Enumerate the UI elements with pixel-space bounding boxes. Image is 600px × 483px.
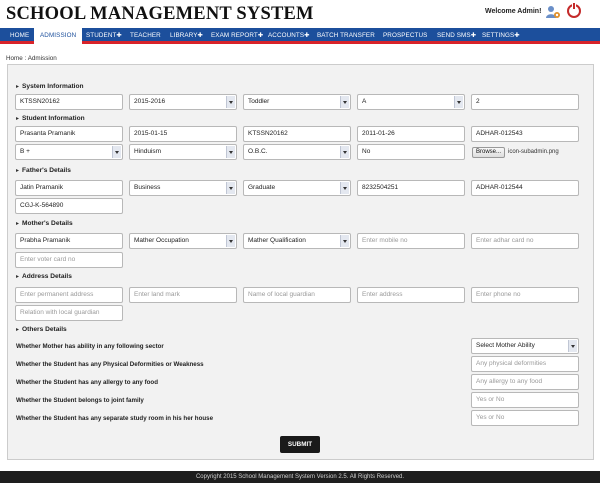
chevron-down-icon bbox=[454, 96, 463, 108]
section-select[interactable]: A bbox=[357, 94, 465, 110]
blood-group-select[interactable]: B + bbox=[15, 144, 123, 160]
nav-settings[interactable]: SETTINGS✚ bbox=[476, 28, 526, 44]
question-joint-family: Whether the Student belongs to joint fam… bbox=[16, 397, 144, 404]
chevron-down-icon bbox=[340, 146, 349, 158]
question-food-allergy: Whether the Student has any allergy to a… bbox=[16, 379, 158, 386]
nav-home[interactable]: HOME bbox=[4, 28, 35, 44]
father-qualification-select[interactable]: Graduate bbox=[243, 180, 351, 196]
chevron-down-icon bbox=[226, 146, 235, 158]
submit-button[interactable]: SUBMIT bbox=[280, 436, 320, 453]
study-room-input[interactable]: Yes or No bbox=[471, 410, 579, 426]
class-select[interactable]: Toddler bbox=[243, 94, 351, 110]
nav-batch-transfer[interactable]: BATCH TRANSFER bbox=[311, 28, 381, 44]
footer: Copyright 2015 School Management System … bbox=[0, 471, 600, 483]
student-code-input[interactable]: KTSSN20162 bbox=[243, 126, 351, 142]
mother-adhar-input[interactable]: Enter adhar card no bbox=[471, 233, 579, 249]
question-physical-deformities: Whether the Student has any Physical Def… bbox=[16, 361, 204, 368]
session-value: 2015-2016 bbox=[134, 98, 166, 105]
nav-send-sms[interactable]: SEND SMS✚ bbox=[431, 28, 482, 44]
nav-exam-report[interactable]: EXAM REPORT✚ bbox=[205, 28, 269, 44]
section-others: Others Details bbox=[16, 326, 67, 333]
mother-occupation-select[interactable]: Mather Occupation bbox=[129, 233, 237, 249]
section-value: A bbox=[362, 98, 367, 105]
section-system: System Information bbox=[16, 83, 84, 90]
caste-select[interactable]: O.B.C. bbox=[243, 144, 351, 160]
father-mobile-input[interactable]: 8232504251 bbox=[357, 180, 465, 196]
address-input[interactable]: Enter address bbox=[357, 287, 465, 303]
app-header: SCHOOL MANAGEMENT SYSTEM Welcome Admin! bbox=[0, 0, 600, 28]
phone-input[interactable]: Enter phone no bbox=[471, 287, 579, 303]
chevron-down-icon bbox=[112, 146, 121, 158]
blood-group-value: B + bbox=[20, 148, 30, 155]
father-voter-input[interactable]: CGJ-K-564890 bbox=[15, 198, 123, 214]
mother-name-input[interactable]: Prabha Pramanik bbox=[15, 233, 123, 249]
chevron-down-icon bbox=[340, 182, 349, 194]
permanent-address-input[interactable]: Enter permanent address bbox=[15, 287, 123, 303]
app-title: SCHOOL MANAGEMENT SYSTEM bbox=[6, 4, 314, 24]
father-name-input[interactable]: Jatin Pramanik bbox=[15, 180, 123, 196]
caste-value: O.B.C. bbox=[248, 148, 268, 155]
chevron-down-icon bbox=[226, 235, 235, 247]
class-value: Toddler bbox=[248, 98, 270, 105]
admission-date-input[interactable]: 2011-01-26 bbox=[357, 126, 465, 142]
father-occupation-select[interactable]: Business bbox=[129, 180, 237, 196]
joint-family-input[interactable]: Yes or No bbox=[471, 392, 579, 408]
section-student: Student Information bbox=[16, 115, 85, 122]
mother-occupation-value: Mather Occupation bbox=[134, 237, 189, 244]
nav-library[interactable]: LIBRARY✚ bbox=[164, 28, 209, 44]
student-dob-input[interactable]: 2015-01-15 bbox=[129, 126, 237, 142]
section-mother: Mother's Details bbox=[16, 220, 73, 227]
student-adhar-input[interactable]: ADHAR-012543 bbox=[471, 126, 579, 142]
browse-button[interactable]: Browse... bbox=[472, 147, 506, 158]
nav-teacher[interactable]: TEACHER bbox=[124, 28, 167, 44]
mother-qualification-value: Mather Qualification bbox=[248, 237, 306, 244]
session-select[interactable]: 2015-2016 bbox=[129, 94, 237, 110]
welcome-text: Welcome Admin! bbox=[485, 8, 542, 15]
nav-prospectus[interactable]: PROSPECTUS bbox=[377, 28, 433, 44]
breadcrumb: Home : Admission bbox=[6, 55, 57, 62]
mother-qualification-select[interactable]: Mather Qualification bbox=[243, 233, 351, 249]
local-guardian-input[interactable]: Name of local guardian bbox=[243, 287, 351, 303]
question-study-room: Whether the Student has any separate stu… bbox=[16, 415, 214, 422]
mother-ability-select[interactable]: Select Mother Ability bbox=[471, 338, 579, 354]
question-mother-ability: Whether Mother has ability in any follow… bbox=[16, 343, 164, 350]
father-qualification-value: Graduate bbox=[248, 184, 276, 191]
chevron-down-icon bbox=[568, 340, 577, 352]
nav-admission[interactable]: ADMISSION bbox=[34, 28, 83, 44]
father-adhar-input[interactable]: ADHAR-012544 bbox=[471, 180, 579, 196]
father-occupation-value: Business bbox=[134, 184, 161, 191]
nav-accounts[interactable]: ACCOUNTS✚ bbox=[262, 28, 316, 44]
mother-ability-value: Select Mother Ability bbox=[476, 342, 535, 349]
student-name-input[interactable]: Prasanta Pramanik bbox=[15, 126, 123, 142]
mother-voter-input[interactable]: Enter voter card no bbox=[15, 252, 123, 268]
physical-deformities-input[interactable]: Any physical deformities bbox=[471, 356, 579, 372]
chevron-down-icon bbox=[226, 96, 235, 108]
guardian-relation-input[interactable]: Relation with local guardian bbox=[15, 305, 123, 321]
chevron-down-icon bbox=[226, 182, 235, 194]
nav-student[interactable]: STUDENT✚ bbox=[80, 28, 128, 44]
file-name: icon-subadmin.png bbox=[508, 149, 559, 155]
power-icon[interactable] bbox=[567, 3, 581, 18]
religion-value: Hinduism bbox=[134, 148, 162, 155]
section-father: Father's Details bbox=[16, 167, 71, 174]
system-code-input[interactable]: KTSSN20162 bbox=[15, 94, 123, 110]
user-settings-icon[interactable] bbox=[545, 4, 561, 20]
student-no-input[interactable]: No bbox=[357, 144, 465, 160]
food-allergy-input[interactable]: Any allergy to any food bbox=[471, 374, 579, 390]
religion-select[interactable]: Hinduism bbox=[129, 144, 237, 160]
chevron-down-icon bbox=[340, 96, 349, 108]
roll-input[interactable]: 2 bbox=[471, 94, 579, 110]
section-address: Address Details bbox=[16, 273, 72, 280]
landmark-input[interactable]: Enter land mark bbox=[129, 287, 237, 303]
chevron-down-icon bbox=[340, 235, 349, 247]
main-nav: HOME ADMISSION STUDENT✚ TEACHER LIBRARY✚… bbox=[0, 28, 600, 44]
mother-mobile-input[interactable]: Enter mobile no bbox=[357, 233, 465, 249]
